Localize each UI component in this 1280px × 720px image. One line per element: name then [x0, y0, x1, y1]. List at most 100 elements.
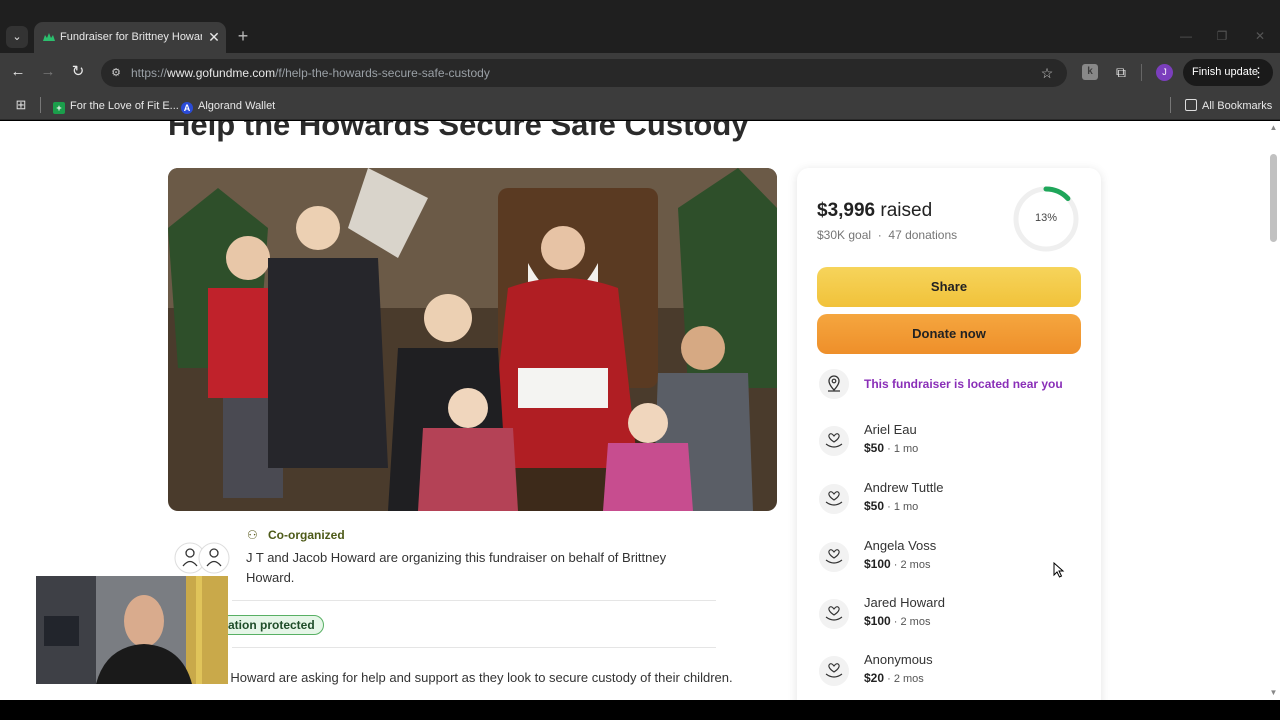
co-organized-icon: ⚇ [247, 528, 258, 542]
donor-meta: $50 · 1 mo [864, 441, 919, 455]
site-settings-icon[interactable]: ⚙ [108, 65, 124, 81]
fundraiser-hero-image [168, 168, 777, 511]
heart-hands-icon [819, 426, 849, 456]
screen-bottom-bar [0, 700, 1280, 720]
donor-amount: $20 [864, 671, 885, 685]
donor-amount: $50 [864, 499, 885, 513]
raised-amount: $3,996 [817, 200, 876, 221]
browser-window: ⌄ Fundraiser for Brittney Howard ✕ + — ❐… [0, 0, 1280, 720]
donation-protected-badge[interactable]: ation protected [219, 615, 324, 635]
tab-close-icon[interactable]: ✕ [206, 28, 222, 46]
heart-hands-icon [819, 484, 849, 514]
menu-dots-icon: ⋮ [1252, 65, 1265, 80]
heart-hands-icon [819, 656, 849, 686]
donor-time: 1 mo [893, 443, 919, 455]
heart-hands-icon [819, 542, 849, 572]
finish-update-label: Finish update [1192, 66, 1259, 78]
goal-line: $30K goal · 47 donations [817, 228, 958, 242]
bookmarks-divider [40, 97, 41, 113]
donor-time: 1 mo [893, 501, 919, 513]
all-bookmarks-label: All Bookmarks [1202, 100, 1273, 112]
donor-item: Anonymous $20 · 2 mos [797, 650, 1101, 694]
address-bar[interactable]: ⚙ https://www.gofundme.com/f/help-the-ho… [101, 59, 1067, 87]
donor-meta: $100 · 2 mos [864, 557, 931, 571]
scrollbar-thumb[interactable] [1270, 154, 1277, 242]
donation-card: $3,996 raised $30K goal · 47 donations 1… [797, 168, 1101, 700]
progress-percent: 13% [1034, 212, 1058, 224]
all-bookmarks[interactable]: All Bookmarks [1185, 97, 1272, 115]
url-host: www.gofundme.com [167, 66, 276, 80]
bookmark-algorand[interactable]: A Algorand Wallet [181, 97, 275, 115]
donor-time: 2 mos [900, 616, 931, 628]
url-text[interactable]: https://www.gofundme.com/f/help-the-howa… [131, 66, 490, 80]
apps-grid-icon[interactable]: ⊞ [13, 97, 29, 113]
heart-hands-icon [819, 599, 849, 629]
profile-avatar[interactable]: J [1156, 64, 1173, 81]
section-divider [232, 647, 716, 648]
bookmark-fit[interactable]: + For the Love of Fit E... [53, 97, 179, 115]
donor-item: Andrew Tuttle $50 · 1 mo [797, 478, 1101, 522]
finish-update-button[interactable]: Finish update ⋮ [1183, 59, 1273, 86]
donor-name: Jared Howard [864, 595, 945, 610]
page-title: Help the Howards Secure Safe Custody [168, 121, 749, 142]
share-button[interactable]: Share [817, 267, 1081, 307]
section-divider [232, 600, 716, 601]
navigation-toolbar: ← → ↻ ⚙ https://www.gofundme.com/f/help-… [0, 53, 1280, 92]
donor-amount: $50 [864, 441, 885, 455]
raised-word: raised [880, 200, 933, 221]
donor-name: Angela Voss [864, 538, 937, 553]
donor-name: Andrew Tuttle [864, 480, 944, 495]
co-organized-label: Co-organized [268, 528, 345, 542]
bookmarks-divider [1170, 97, 1171, 113]
donor-item: Jared Howard $100 · 2 mos [797, 593, 1101, 637]
extensions-puzzle-icon[interactable]: ⧉ [1112, 63, 1130, 81]
donor-name: Ariel Eau [864, 422, 917, 437]
tab-title: Fundraiser for Brittney Howard [60, 31, 202, 43]
donor-meta: $100 · 2 mos [864, 614, 931, 628]
donor-meta: $50 · 1 mo [864, 499, 919, 513]
webcam-overlay [36, 576, 228, 684]
donor-amount: $100 [864, 614, 891, 628]
bookmark-star-icon[interactable]: ☆ [1038, 64, 1056, 82]
algorand-icon: A [181, 102, 193, 114]
donor-time: 2 mos [900, 559, 931, 571]
new-tab-icon[interactable]: + [234, 27, 252, 45]
minimize-icon[interactable]: — [1176, 28, 1196, 44]
donor-time: 2 mos [893, 673, 924, 685]
bookmark-label: For the Love of Fit E... [70, 100, 179, 112]
tab-active[interactable]: Fundraiser for Brittney Howard ✕ [34, 22, 226, 53]
scroll-up-icon[interactable]: ▲ [1269, 124, 1278, 132]
scroll-down-icon[interactable]: ▼ [1269, 689, 1278, 697]
near-you-label[interactable]: This fundraiser is located near you [864, 377, 1063, 391]
raised-summary: $3,996 raised [817, 200, 932, 222]
toolbar-divider [1141, 64, 1142, 81]
forward-icon[interactable]: → [37, 62, 59, 82]
reload-icon[interactable]: ↻ [67, 62, 89, 82]
donation-count: 47 donations [888, 228, 958, 242]
url-path: /f/help-the-howards-secure-safe-custody [275, 66, 490, 80]
goal-amount: $30K goal [817, 228, 872, 242]
folder-icon [1185, 99, 1197, 111]
gofundme-favicon-icon [43, 33, 55, 41]
story-text: and Jake Howard are asking for help and … [174, 670, 733, 685]
organizer-avatars-icon [174, 542, 230, 574]
mouse-cursor-icon [1053, 562, 1065, 578]
donate-now-button[interactable]: Donate now [817, 314, 1081, 354]
tab-strip: ⌄ Fundraiser for Brittney Howard ✕ + — ❐… [0, 0, 1280, 53]
bookmark-label: Algorand Wallet [198, 100, 276, 112]
donor-name: Anonymous [864, 652, 933, 667]
donor-item: Ariel Eau $50 · 1 mo [797, 420, 1101, 464]
page-scrollbar[interactable]: ▲ ▼ [1267, 121, 1280, 700]
back-icon[interactable]: ← [7, 62, 29, 82]
donor-amount: $100 [864, 557, 891, 571]
location-pin-icon [819, 369, 849, 399]
url-scheme: https:// [131, 66, 168, 80]
donor-meta: $20 · 2 mos [864, 671, 924, 685]
organizer-text: J T and Jacob Howard are organizing this… [246, 550, 667, 585]
tab-search-icon[interactable]: ⌄ [6, 26, 28, 48]
restore-icon[interactable]: ❐ [1212, 28, 1232, 44]
extension-icon[interactable]: k [1082, 64, 1098, 80]
bookmarks-bar: ⊞ + For the Love of Fit E... A Algorand Wa… [0, 92, 1280, 120]
window-close-icon[interactable]: ✕ [1250, 28, 1270, 44]
green-cross-icon: + [53, 102, 65, 114]
